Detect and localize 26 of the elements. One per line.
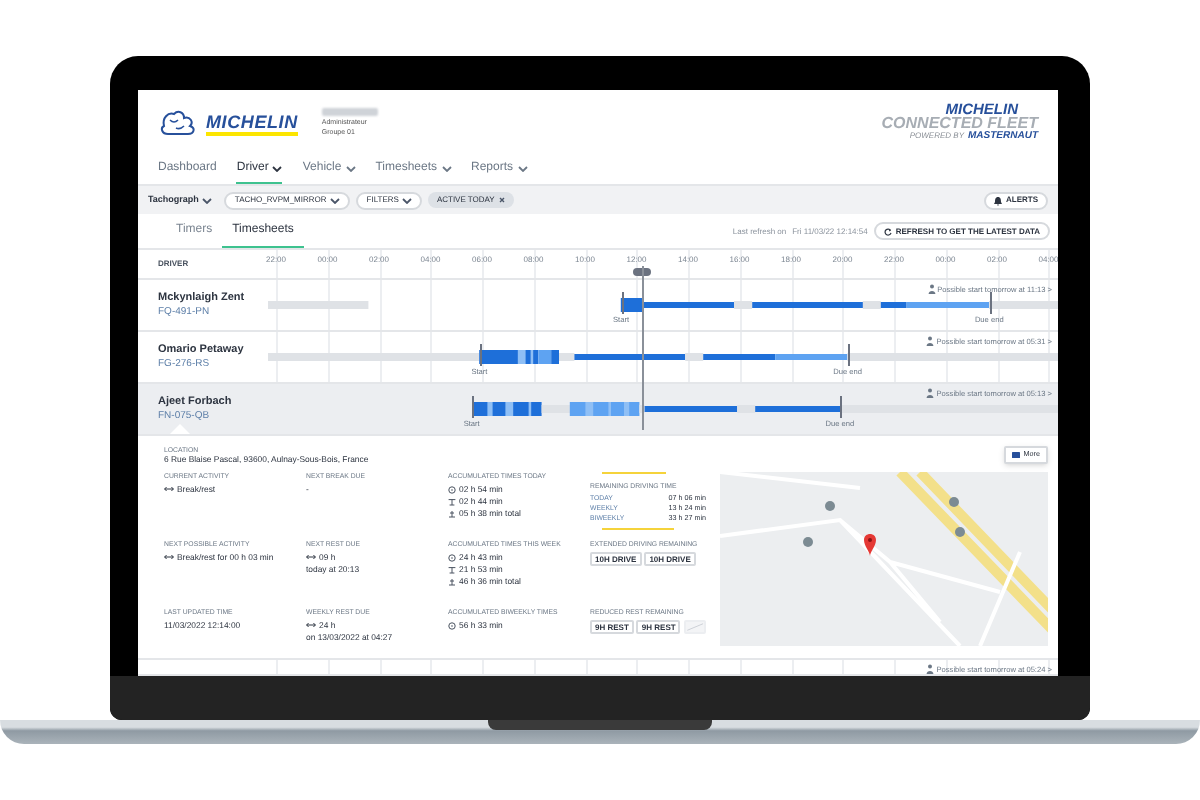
bell-icon bbox=[994, 195, 1002, 205]
steering-wheel-icon bbox=[448, 621, 456, 629]
steering-wheel-icon bbox=[448, 553, 456, 561]
caret-icon bbox=[402, 197, 413, 203]
caret-icon bbox=[272, 165, 283, 171]
selection-pointer-icon bbox=[170, 424, 190, 434]
caret-icon bbox=[345, 165, 356, 171]
caret-icon bbox=[441, 165, 452, 171]
person-icon bbox=[926, 388, 935, 398]
caret-icon bbox=[202, 197, 213, 203]
caret-icon bbox=[330, 197, 341, 203]
refresh-icon bbox=[883, 227, 892, 235]
arrows-icon bbox=[164, 554, 174, 560]
arrows-icon bbox=[164, 486, 174, 492]
caret-icon bbox=[517, 165, 528, 171]
fleet-logo-product: CONNECTED FLEET bbox=[881, 116, 1038, 133]
arrows-icon bbox=[306, 554, 316, 560]
card-icon bbox=[1012, 452, 1021, 458]
person-icon bbox=[927, 284, 936, 294]
redacted-name-block bbox=[321, 108, 378, 116]
steering-wheel-icon bbox=[448, 485, 456, 493]
logo-text: MICHELIN bbox=[206, 112, 298, 136]
arrows-icon bbox=[306, 622, 316, 628]
person-icon bbox=[926, 336, 935, 346]
close-icon bbox=[498, 196, 507, 204]
person-icon bbox=[926, 664, 935, 674]
